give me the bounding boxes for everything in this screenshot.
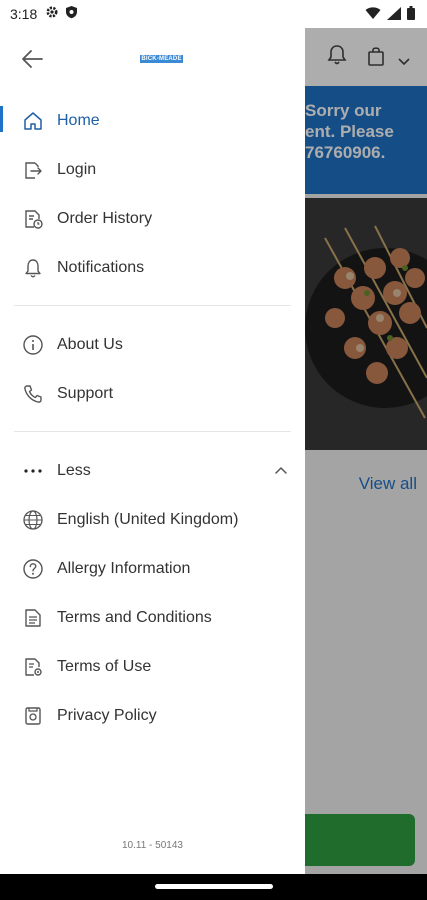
navigation-drawer: BICK-MEADE Home Login Order History Noti… — [0, 28, 305, 874]
divider — [14, 305, 291, 306]
menu-item-label: English (United Kingdom) — [57, 510, 239, 528]
menu-item-home[interactable]: Home — [0, 96, 305, 145]
more-dots-icon — [22, 460, 44, 482]
menu-item-label: Order History — [57, 209, 153, 227]
arrow-left-icon — [22, 50, 43, 68]
menu-item-less[interactable]: Less — [0, 446, 305, 495]
drawer-header: BICK-MEADE — [0, 28, 305, 90]
wifi-icon — [365, 6, 381, 25]
menu-item-label: Terms and Conditions — [57, 608, 212, 626]
battery-icon — [407, 6, 415, 25]
back-button[interactable] — [20, 46, 46, 72]
bell-icon — [22, 257, 44, 279]
menu-item-terms-of-use[interactable]: Terms of Use — [0, 642, 305, 691]
menu-item-label: Less — [57, 461, 91, 479]
chevron-up-icon — [275, 464, 287, 476]
home-icon — [22, 110, 44, 132]
menu-item-label: Privacy Policy — [57, 706, 157, 724]
menu-item-language[interactable]: English (United Kingdom) — [0, 495, 305, 544]
primary-menu: Home Login Order History Notifications — [0, 90, 305, 292]
signal-icon — [387, 6, 401, 25]
status-bar: 3:18 — [0, 0, 427, 28]
menu-item-label: Notifications — [57, 258, 145, 276]
menu-item-privacy-policy[interactable]: Privacy Policy — [0, 691, 305, 740]
menu-item-order-history[interactable]: Order History — [0, 194, 305, 243]
globe-icon — [22, 509, 44, 531]
brand-logo: BICK-MEADE — [140, 55, 183, 63]
home-gesture-handle[interactable] — [155, 884, 273, 889]
divider — [14, 431, 291, 432]
system-navigation-bar — [0, 874, 427, 900]
question-icon — [22, 558, 44, 580]
menu-item-label: Terms of Use — [57, 657, 152, 675]
menu-item-about-us[interactable]: About Us — [0, 320, 305, 369]
info-icon — [22, 334, 44, 356]
menu-item-label: Support — [57, 384, 114, 402]
app-version: 10.11 - 50143 — [122, 840, 183, 851]
scrim-overlay[interactable] — [305, 28, 427, 874]
menu-item-label: Home — [57, 111, 100, 129]
menu-item-allergy-information[interactable]: Allergy Information — [0, 544, 305, 593]
menu-item-label: Login — [57, 160, 97, 178]
login-icon — [22, 159, 44, 181]
document-settings-icon — [22, 656, 44, 678]
secondary-menu: About Us Support — [0, 320, 305, 418]
gear-icon — [45, 5, 59, 24]
shield-icon — [65, 5, 78, 24]
privacy-icon — [22, 705, 44, 727]
menu-item-label: About Us — [57, 335, 123, 353]
status-time: 3:18 — [10, 6, 38, 22]
menu-item-terms-and-conditions[interactable]: Terms and Conditions — [0, 593, 305, 642]
extra-menu: Less English (United Kingdom) Allergy In… — [0, 446, 305, 740]
menu-item-label: Allergy Information — [57, 559, 191, 577]
menu-item-support[interactable]: Support — [0, 369, 305, 418]
menu-item-notifications[interactable]: Notifications — [0, 243, 305, 292]
order-history-icon — [22, 208, 44, 230]
menu-item-login[interactable]: Login — [0, 145, 305, 194]
document-icon — [22, 607, 44, 629]
phone-icon — [22, 383, 44, 405]
